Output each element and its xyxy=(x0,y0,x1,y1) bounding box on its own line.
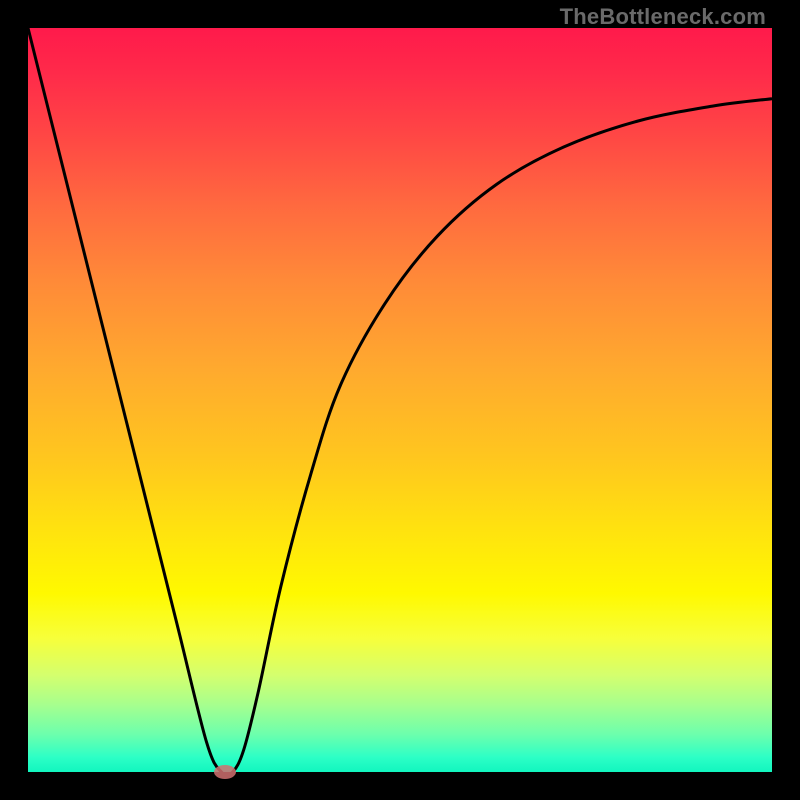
bottleneck-curve xyxy=(28,28,772,772)
chart-frame xyxy=(28,28,772,772)
watermark-label: TheBottleneck.com xyxy=(560,4,766,30)
minimum-marker-icon xyxy=(214,765,236,779)
curve-path xyxy=(28,28,772,772)
